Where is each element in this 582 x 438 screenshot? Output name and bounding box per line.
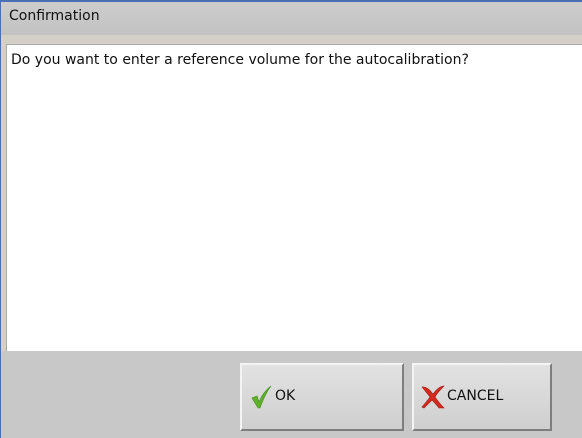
ok-button[interactable]: OK (240, 363, 404, 431)
dialog-title: Confirmation (9, 8, 100, 24)
cancel-button[interactable]: CANCEL (412, 363, 552, 431)
ok-button-label: OK (275, 388, 296, 404)
button-bar: OK CANCEL (1, 351, 582, 438)
cancel-button-label: CANCEL (447, 388, 504, 404)
confirmation-dialog: Confirmation Do you want to enter a refe… (0, 0, 582, 438)
message-area: Do you want to enter a reference volume … (6, 44, 582, 351)
title-bar: Confirmation (1, 0, 582, 35)
x-icon (420, 384, 446, 410)
confirmation-message: Do you want to enter a reference volume … (11, 52, 469, 68)
checkmark-icon (248, 384, 274, 410)
